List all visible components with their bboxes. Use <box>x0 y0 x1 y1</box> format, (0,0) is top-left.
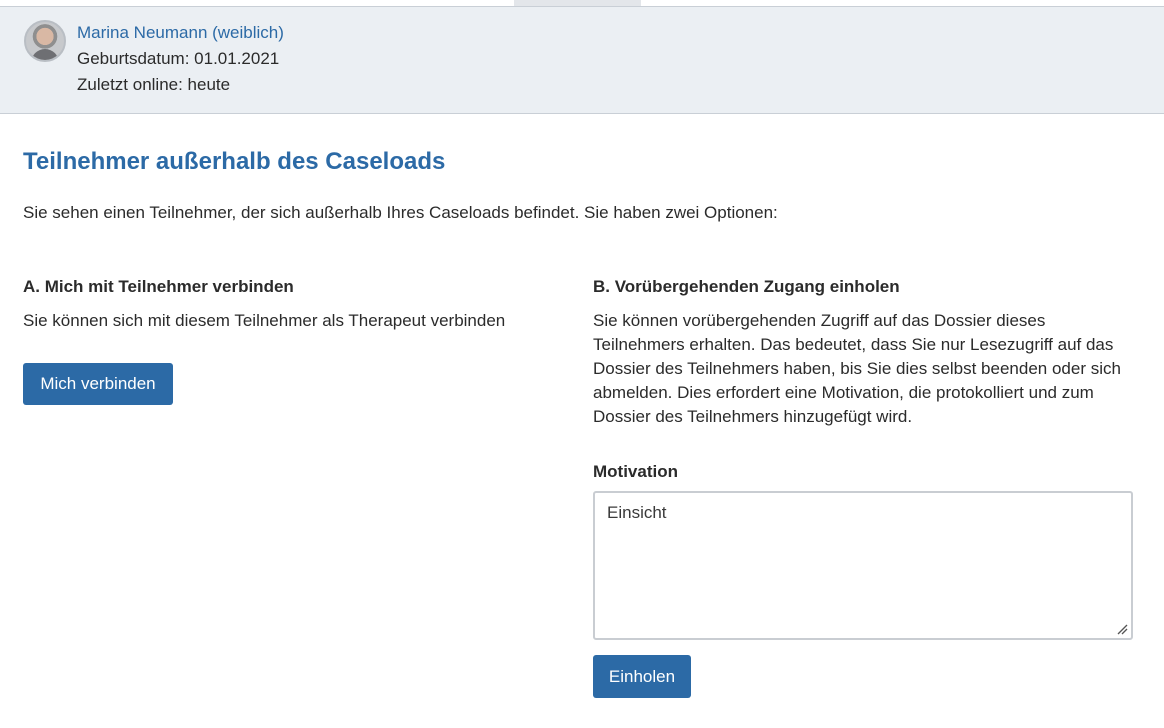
top-tab-active[interactable] <box>514 0 641 6</box>
option-a-description: Sie können sich mit diesem Teilnehmer al… <box>23 311 506 330</box>
connect-button[interactable]: Mich verbinden <box>23 363 173 405</box>
participant-name-link[interactable]: Marina Neumann (weiblich) <box>77 23 284 43</box>
motivation-label: Motivation <box>593 462 678 481</box>
option-a-heading: A. Mich mit Teilnehmer verbinden <box>23 277 294 296</box>
avatar <box>24 20 66 62</box>
motivation-textarea[interactable] <box>593 491 1133 640</box>
participant-birthdate: Geburtsdatum: 01.01.2021 <box>77 49 280 68</box>
option-b-heading: B. Vorübergehenden Zugang einholen <box>593 277 900 296</box>
avatar-photo <box>31 49 59 60</box>
participant-header: Marina Neumann (weiblich) Geburtsdatum: … <box>0 7 1164 114</box>
intro-text: Sie sehen einen Teilnehmer, der sich auß… <box>23 203 778 222</box>
participant-last-online: Zuletzt online: heute <box>77 75 231 94</box>
option-b-description: Sie können vorübergehenden Zugriff auf d… <box>593 311 1121 426</box>
page-title: Teilnehmer außerhalb des Caseloads <box>23 148 446 175</box>
resize-grip-icon[interactable] <box>1116 623 1128 635</box>
request-access-button[interactable]: Einholen <box>593 655 691 698</box>
